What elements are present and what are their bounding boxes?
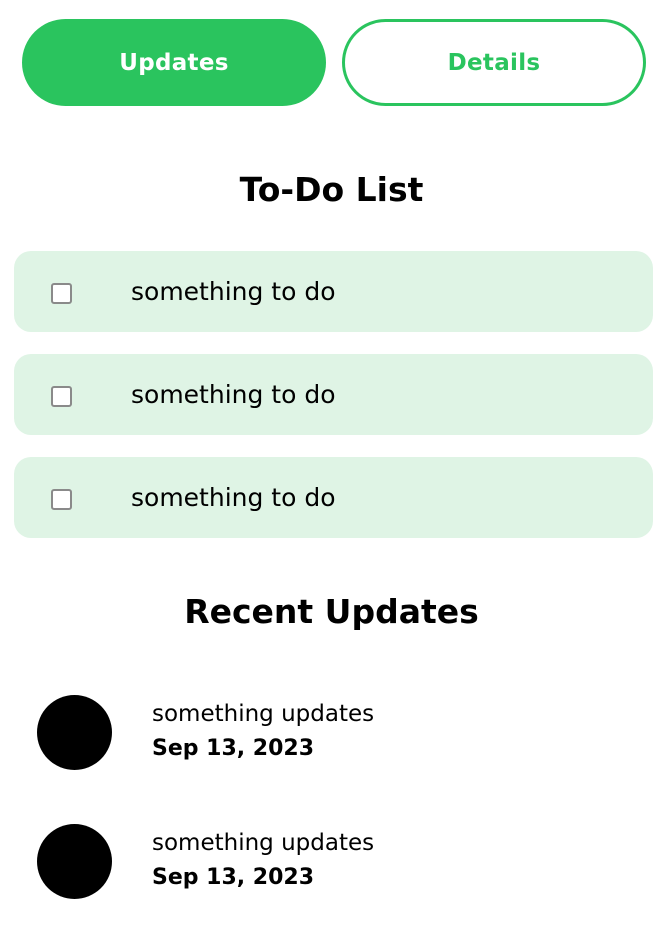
todo-item: something to do [14,457,653,538]
todo-list-title: To-Do List [239,170,424,209]
todo-item-label: something to do [131,380,336,409]
todo-item: something to do [14,251,653,332]
todo-checkbox[interactable] [51,489,72,510]
tab-updates[interactable]: Updates [22,19,326,106]
avatar-icon [37,695,112,770]
update-date: Sep 13, 2023 [152,736,315,761]
todo-item: something to do [14,354,653,435]
update-date: Sep 13, 2023 [152,865,315,890]
update-item: something updates Sep 13, 2023 [0,809,663,938]
todo-list: something to do something to do somethin… [14,251,653,560]
update-text: something updates [152,701,375,727]
tab-bar: Updates Details [22,19,646,106]
todo-checkbox[interactable] [51,283,72,304]
update-list: something updates Sep 13, 2023 something… [0,680,663,938]
todo-item-label: something to do [131,483,336,512]
todo-checkbox[interactable] [51,386,72,407]
todo-item-label: something to do [131,277,336,306]
avatar-icon [37,824,112,899]
update-item: something updates Sep 13, 2023 [0,680,663,809]
update-text: something updates [152,830,375,856]
tab-details[interactable]: Details [342,19,646,106]
recent-updates-title: Recent Updates [184,592,479,631]
